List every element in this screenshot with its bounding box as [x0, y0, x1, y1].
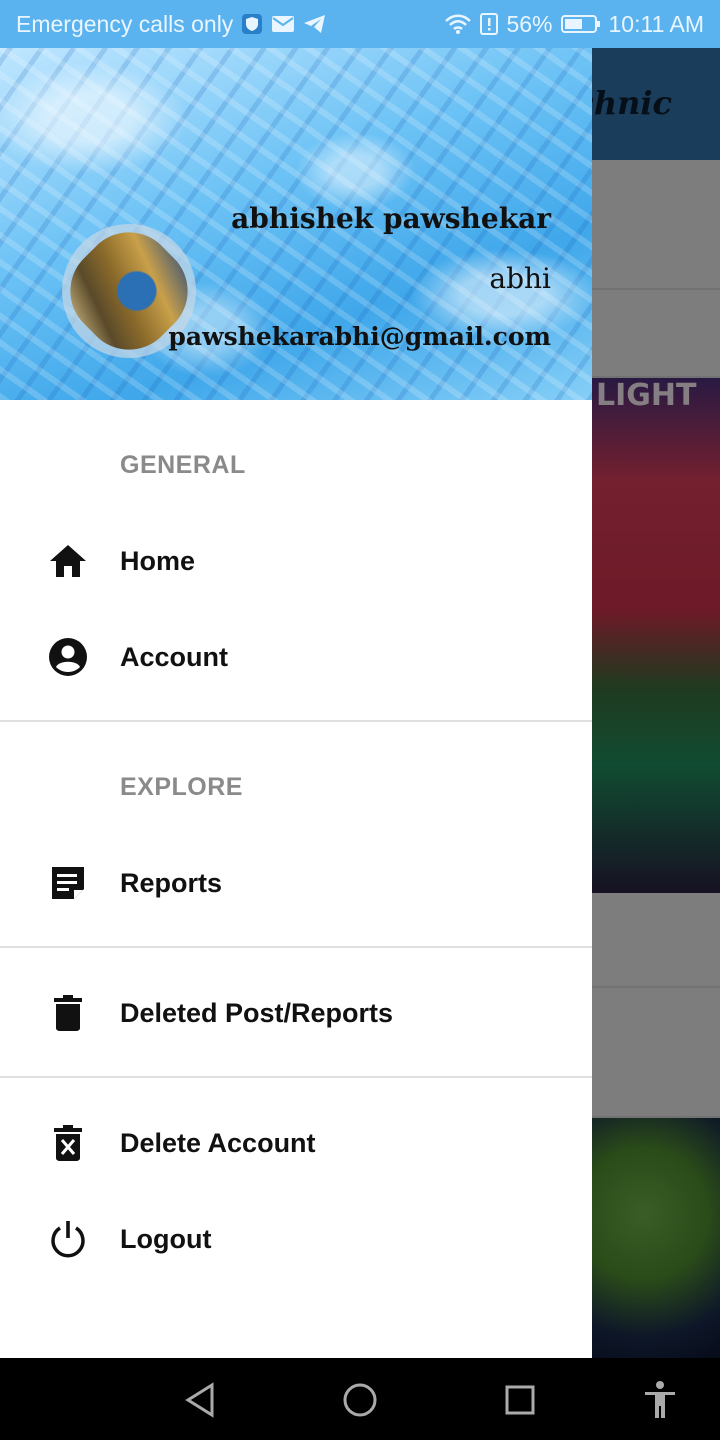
clock: 10:11 AM: [608, 10, 704, 37]
divider: [0, 1076, 592, 1078]
wifi-icon: [444, 13, 472, 35]
mail-icon: [271, 14, 295, 34]
menu-label: Delete Account: [120, 1127, 316, 1158]
accessibility-icon[interactable]: [640, 1380, 680, 1420]
menu-label: Deleted Post/Reports: [120, 997, 394, 1028]
menu-item-reports[interactable]: Reports: [0, 835, 592, 931]
user-name: abhishek pawshekar: [231, 202, 551, 235]
divider: [0, 946, 592, 948]
shield-icon: [241, 13, 263, 35]
navigation-drawer: abhishek pawshekar abhi pawshekarabhi@gm…: [0, 48, 592, 1358]
alert-icon: [480, 13, 499, 35]
home-circle-icon[interactable]: [340, 1380, 380, 1420]
user-nickname: abhi: [489, 262, 551, 295]
menu-label: Home: [120, 545, 196, 576]
status-right: 56% 10:11 AM: [444, 11, 704, 38]
trash-icon: [46, 991, 90, 1035]
menu-label: Logout: [120, 1223, 212, 1254]
battery-percent: 56%: [506, 10, 553, 37]
power-icon: [46, 1217, 90, 1261]
status-bar: Emergency calls only 56% 10:11 AM: [0, 0, 720, 48]
note-icon: [46, 861, 90, 905]
section-title-general: GENERAL: [120, 451, 246, 479]
menu-item-deleted-posts[interactable]: Deleted Post/Reports: [0, 965, 592, 1061]
menu-label: Reports: [120, 867, 223, 898]
account-circle-icon: [46, 635, 90, 679]
user-email: pawshekarabhi@gmail.com: [168, 322, 551, 351]
telegram-icon: [303, 13, 327, 35]
menu-label: Account: [120, 641, 228, 672]
back-icon[interactable]: [180, 1380, 220, 1420]
status-left: Emergency calls only: [16, 11, 327, 38]
divider: [0, 720, 592, 722]
battery-icon: [560, 14, 601, 34]
system-nav-bar: [0, 1358, 720, 1440]
home-icon: [46, 539, 90, 583]
section-title-explore: EXPLORE: [120, 773, 243, 801]
menu-item-account[interactable]: Account: [0, 609, 592, 705]
menu-item-home[interactable]: Home: [0, 513, 592, 609]
carrier-text: Emergency calls only: [16, 10, 234, 37]
menu-item-delete-account[interactable]: Delete Account: [0, 1095, 592, 1191]
recents-icon[interactable]: [500, 1380, 540, 1420]
delete-x-icon: [46, 1121, 90, 1165]
drawer-header: abhishek pawshekar abhi pawshekarabhi@gm…: [0, 48, 592, 400]
menu-item-logout[interactable]: Logout: [0, 1191, 592, 1287]
